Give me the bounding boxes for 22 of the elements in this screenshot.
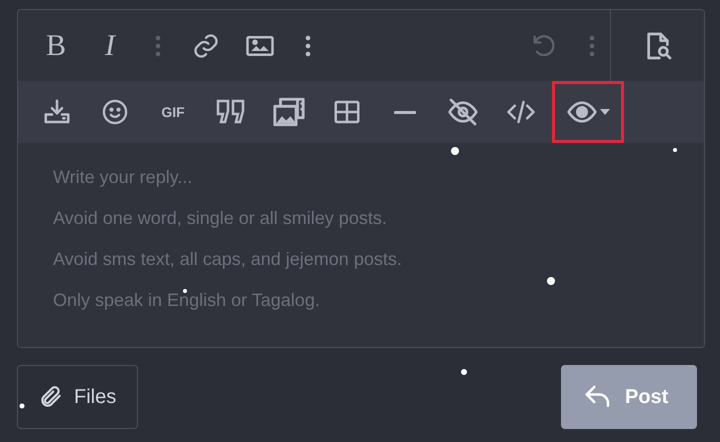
- snow-dot: [547, 277, 555, 285]
- italic-button[interactable]: I: [86, 22, 134, 70]
- snow-dot: [461, 369, 467, 375]
- smiley-icon: [101, 98, 129, 126]
- more-icon: [155, 34, 161, 56]
- photos-icon: [272, 95, 306, 129]
- snow-dot: [673, 148, 677, 152]
- link-icon: [192, 32, 220, 60]
- gif-button[interactable]: GIF: [146, 81, 200, 143]
- horizontal-line-icon: [394, 110, 416, 114]
- quote-icon: [215, 98, 247, 126]
- preview-mode-button[interactable]: [552, 81, 624, 143]
- snow-dot: [183, 289, 187, 293]
- caret-icon: [600, 109, 610, 115]
- bold-button[interactable]: B: [32, 22, 80, 70]
- more-icon: [305, 34, 311, 56]
- eye-slash-icon: [447, 96, 479, 128]
- snow-dot: [20, 404, 24, 408]
- files-button[interactable]: Files: [17, 365, 138, 429]
- more-icon: [589, 34, 595, 56]
- reply-field[interactable]: Write your reply... Avoid one word, single or all smiley posts. Avoid sms text, all caps, and jejemon posts. Only speak in English or Tagalog.: [18, 143, 704, 347]
- snow-dot: [451, 147, 459, 155]
